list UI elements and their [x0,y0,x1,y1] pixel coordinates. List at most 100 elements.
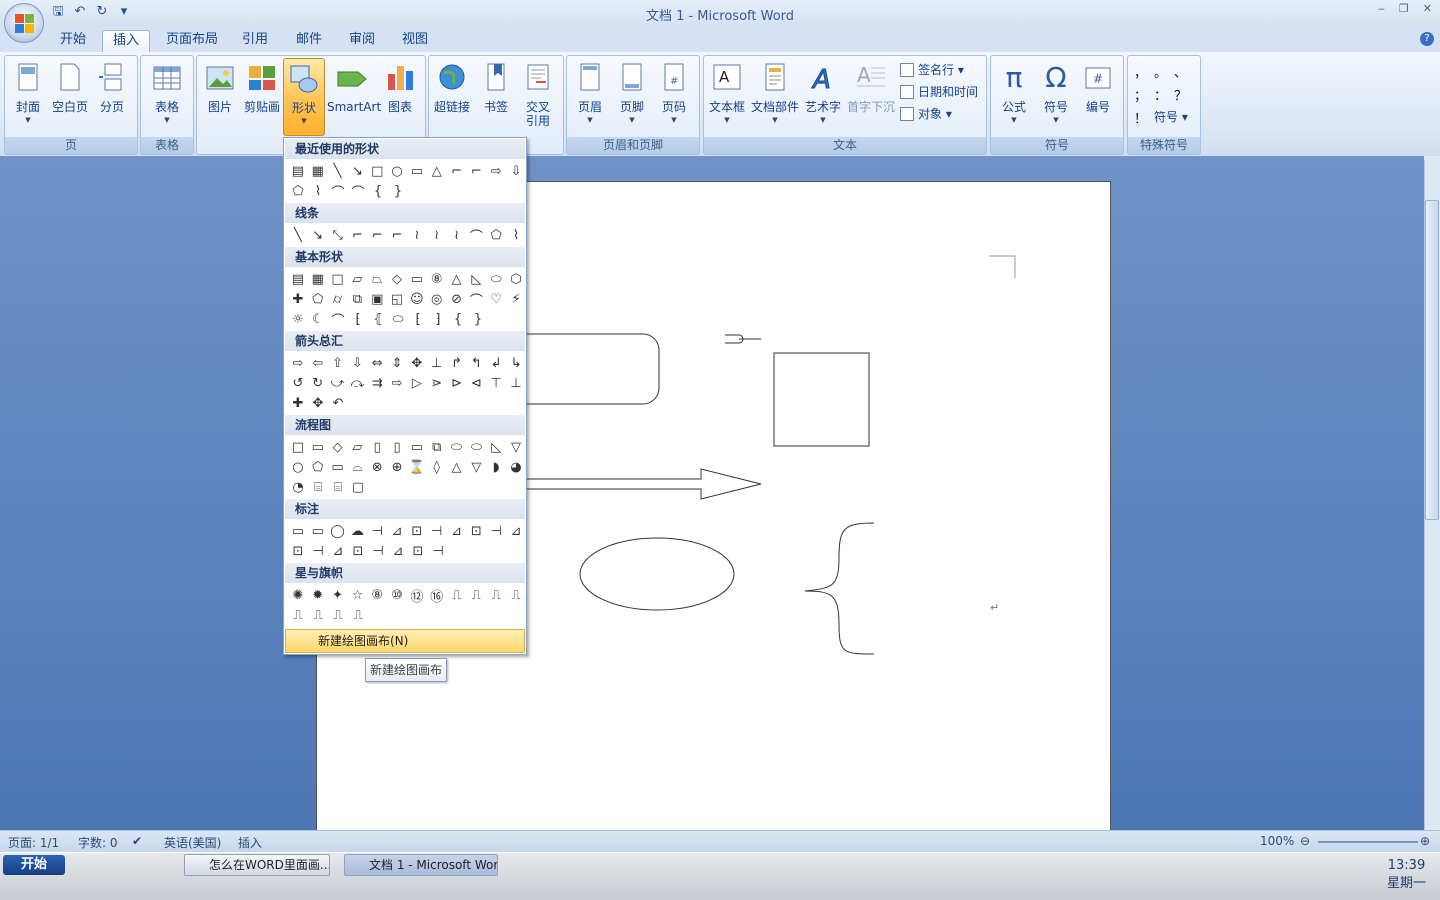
shape-option[interactable]: ⁅ [348,309,368,329]
shape-option[interactable]: ⇨ [288,353,308,373]
tab-review[interactable]: 审阅 [339,30,385,52]
shape-option[interactable]: ○ [288,457,308,477]
shape-option[interactable]: ▱ [347,437,367,457]
shape-option[interactable]: ⤡ [328,225,348,245]
shape-option[interactable]: } [468,309,488,329]
shape-option[interactable]: △ [447,457,467,477]
shape-option[interactable]: ⎍ [506,585,526,605]
shape-option[interactable]: ⎍ [328,605,348,625]
shape-option[interactable]: ⊿ [447,521,467,541]
symbol-menu-button[interactable]: 符号 ▾ [1154,108,1194,127]
shape-option[interactable]: ▢ [348,477,368,497]
shape-option[interactable]: ⑧ [427,269,447,289]
shape-option[interactable]: ◊ [427,457,447,477]
shape-option[interactable]: ╲ [328,161,348,181]
shape-option[interactable]: ▭ [407,269,427,289]
help-icon[interactable]: ? [1420,32,1434,46]
shape-option[interactable]: ⎍ [447,585,467,605]
shape-option[interactable]: ⁆ [428,309,448,329]
shape-option[interactable]: ▷ [407,373,427,393]
shape-option[interactable]: ⏢ [367,269,387,289]
shape-option[interactable]: ⊿ [506,521,526,541]
shape-option[interactable]: ⇩ [347,353,367,373]
zoom-level[interactable]: 100% [1260,834,1294,848]
shape-option[interactable]: ✹ [308,585,328,605]
shape-option[interactable]: ⬭ [486,269,506,289]
shape-option[interactable]: ⌓ [347,457,367,477]
shape-option[interactable]: ◺ [486,437,506,457]
chart-button[interactable]: 图表 [379,58,421,136]
word-count[interactable]: 字数: 0 [78,834,118,851]
shape-option[interactable]: ⊡ [348,541,368,561]
shape-option[interactable]: ⬠ [486,225,506,245]
shape-option[interactable]: ↻ [308,373,328,393]
shape-option[interactable]: ☺ [407,289,427,309]
shape-option[interactable]: ▤ [288,269,308,289]
scrollbar-thumb[interactable] [1425,200,1439,520]
wordart-button[interactable]: A 艺术字 ▼ [802,58,844,136]
shape-option[interactable]: ╲ [288,225,308,245]
quick-parts-button[interactable]: 文档部件 ▼ [750,58,800,136]
shape-option[interactable]: ⊿ [328,541,348,561]
shape-option[interactable]: ◇ [387,269,407,289]
shape-option[interactable]: ≀ [407,225,427,245]
shape-option[interactable]: ⊿ [387,521,407,541]
shape-option[interactable]: ✥ [308,393,328,413]
tab-page-layout[interactable]: 页面布局 [156,30,228,52]
shape-option[interactable]: ⑧ [367,585,387,605]
shape-option[interactable]: ◕ [506,457,526,477]
shape-option[interactable]: ✥ [407,353,427,373]
shape-option[interactable]: ⌒ [328,309,348,329]
shape-option[interactable]: ⧉ [427,437,447,457]
bookmark-button[interactable]: 书签 [475,58,517,136]
shape-option[interactable]: ▭ [407,437,427,457]
shape-option[interactable]: ⊘ [447,289,467,309]
question-symbol[interactable]: ？ [1174,85,1194,104]
shape-option[interactable]: ⬠ [308,289,328,309]
shape-option[interactable]: ▯ [387,437,407,457]
tab-home[interactable]: 开始 [50,30,96,52]
shape-option[interactable]: ⤼ [347,373,367,393]
period-symbol[interactable]: 。 [1154,62,1174,81]
shape-option[interactable]: ⑫ [407,585,427,605]
save-icon[interactable]: 🖫 [50,4,66,20]
shape-option[interactable]: ▣ [367,289,387,309]
table-button[interactable]: 表格 ▼ [146,58,188,136]
shape-option[interactable]: ⊕ [387,457,407,477]
drop-cap-button[interactable]: A 首字下沉 [846,58,896,136]
shape-option[interactable]: □ [367,161,387,181]
close-button[interactable]: ✕ [1423,2,1432,15]
date-time-button[interactable]: 日期和时间 [900,82,978,102]
task-browser[interactable]: 怎么在WORD里面画... [184,854,330,876]
tab-mailings[interactable]: 邮件 [286,30,332,52]
shape-option[interactable]: ✺ [288,585,308,605]
shape-option[interactable]: } [388,181,408,201]
shape-option[interactable]: ♡ [486,289,506,309]
shape-option[interactable]: ◇ [328,437,348,457]
text-box-button[interactable]: A 文本框 ▼ [706,58,748,136]
shape-option[interactable]: ⊣ [427,521,447,541]
shape-option[interactable]: ⌛ [407,457,427,477]
shape-option[interactable]: ⌇ [506,225,526,245]
minimize-button[interactable]: ‒ [1378,2,1385,15]
shape-option[interactable]: ⊡ [408,541,428,561]
signature-line-button[interactable]: 签名行 ▾ [900,60,964,80]
shape-option[interactable]: ◱ [387,289,407,309]
page-count[interactable]: 页面: 1/1 [8,834,59,851]
hyperlink-button[interactable]: 超链接 [431,58,473,136]
zoom-slider[interactable] [1318,841,1418,843]
zoom-in-icon[interactable]: ⊕ [1420,834,1430,848]
shape-option[interactable]: ⎍ [308,605,328,625]
smartart-button[interactable]: SmartArt [327,58,381,136]
shape-option[interactable]: ↺ [288,373,308,393]
shape-option[interactable]: ⊤ [486,373,506,393]
tab-view[interactable]: 视图 [392,30,438,52]
shape-option[interactable]: ≀ [447,225,467,245]
shape-option[interactable]: ⦃ [368,309,388,329]
shape-option[interactable]: ⊣ [367,521,387,541]
shape-option[interactable]: ◔ [288,477,308,497]
shape-option[interactable]: { [448,309,468,329]
picture-button[interactable]: 图片 [199,58,241,136]
shape-option[interactable]: ⬭ [466,437,486,457]
shape-option[interactable]: ⊥ [506,373,526,393]
